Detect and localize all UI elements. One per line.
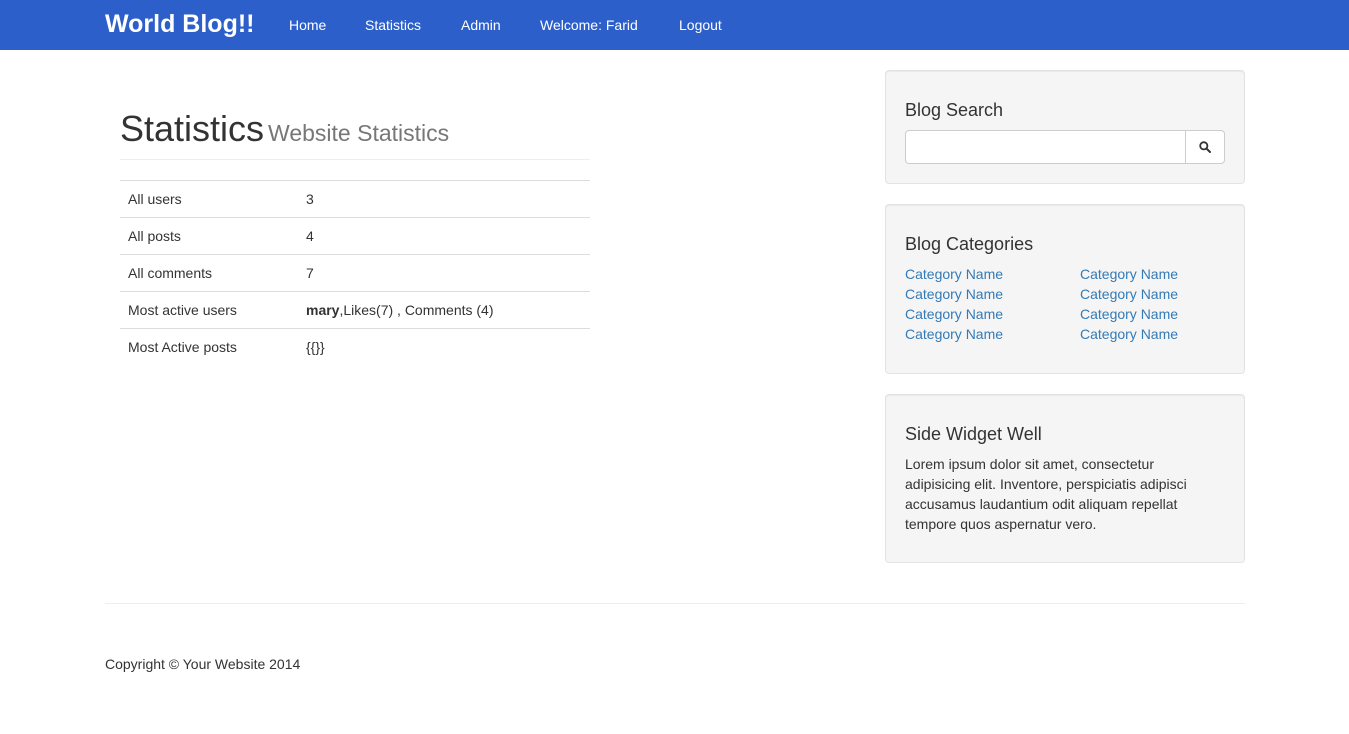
blog-categories-title: Blog Categories — [905, 234, 1034, 254]
page-header: Statistics Website Statistics — [120, 108, 590, 160]
page-subtitle: Website Statistics — [268, 120, 450, 146]
stat-label: Most active users — [128, 302, 237, 318]
stat-value: mary,Likes(7) , Comments (4) — [306, 302, 494, 318]
stat-label: Most Active posts — [128, 339, 237, 355]
search-button[interactable] — [1185, 130, 1225, 164]
search-input[interactable] — [905, 130, 1186, 164]
nav-admin[interactable]: Admin — [461, 17, 501, 33]
category-link[interactable]: Category Name — [905, 326, 1003, 342]
stat-value: 4 — [306, 228, 314, 244]
side-widget-well: Side Widget Well Lorem ipsum dolor sit a… — [885, 394, 1245, 563]
page-title: Statistics — [120, 108, 265, 149]
copyright-text: Copyright © Your Website 2014 — [105, 656, 301, 672]
category-link[interactable]: Category Name — [1080, 326, 1178, 342]
stat-value: 3 — [306, 191, 314, 207]
statistics-table: All users 3 All posts 4 All comments 7 M… — [120, 180, 590, 366]
stat-label: All users — [128, 191, 182, 207]
category-link[interactable]: Category Name — [1080, 306, 1178, 322]
table-row: All comments 7 — [120, 255, 590, 292]
stat-label: All posts — [128, 228, 181, 244]
table-row: Most active users mary,Likes(7) , Commen… — [120, 292, 590, 329]
category-link[interactable]: Category Name — [905, 306, 1003, 322]
footer-divider — [105, 603, 1245, 604]
nav-logout[interactable]: Logout — [679, 17, 722, 33]
stat-value: 7 — [306, 265, 314, 281]
top-navbar: World Blog!! Home Statistics Admin Welco… — [0, 0, 1349, 50]
table-row: All users 3 — [120, 181, 590, 218]
category-link[interactable]: Category Name — [1080, 286, 1178, 302]
table-row: Most Active posts {{}} — [120, 329, 590, 366]
brand-link[interactable]: World Blog!! — [105, 10, 255, 39]
side-widget-title: Side Widget Well — [905, 424, 1042, 444]
category-link[interactable]: Category Name — [905, 286, 1003, 302]
category-link[interactable]: Category Name — [1080, 266, 1178, 282]
blog-search-title: Blog Search — [905, 100, 1004, 120]
nav-welcome-user[interactable]: Welcome: Farid — [540, 17, 638, 33]
side-widget-text: Lorem ipsum dolor sit amet, consectetur … — [905, 456, 1187, 532]
nav-statistics[interactable]: Statistics — [365, 17, 421, 33]
category-link[interactable]: Category Name — [905, 266, 1003, 282]
blog-categories-well: Blog Categories Category Name Category N… — [885, 204, 1245, 374]
stat-label: All comments — [128, 265, 213, 281]
stat-value: {{}} — [306, 339, 325, 355]
nav-home[interactable]: Home — [289, 17, 326, 33]
blog-search-well: Blog Search — [885, 70, 1245, 184]
most-active-user-stats: ,Likes(7) , Comments (4) — [339, 302, 494, 318]
most-active-username: mary — [306, 302, 340, 318]
search-icon — [1199, 141, 1211, 153]
table-row: All posts 4 — [120, 218, 590, 255]
